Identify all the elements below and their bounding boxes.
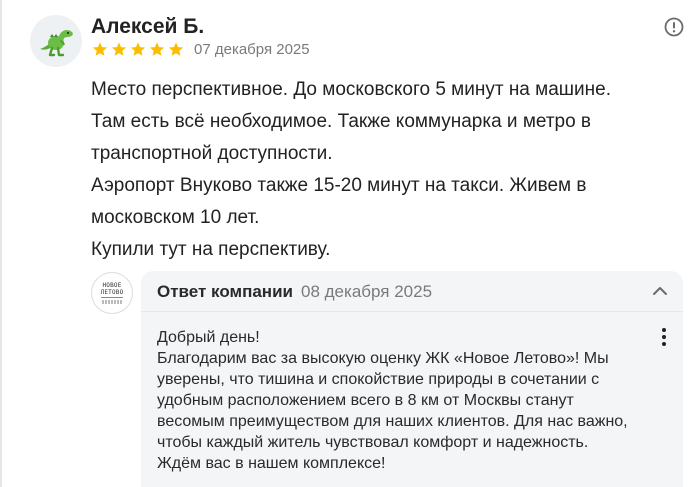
company-reply-text: Добрый день! Благодарим вас за высокую о… (157, 327, 647, 474)
avatar[interactable] (30, 15, 82, 67)
logo-text-line: ЛЕТОВО (100, 289, 124, 296)
star-icon (168, 42, 184, 56)
review-text-line: московском 10 лет. (91, 207, 260, 228)
reply-text-line: удобным расположением всего в 8 км от Мо… (157, 392, 574, 409)
company-logo[interactable]: НОВОЕ ЛЕТОВО (91, 272, 133, 314)
reply-text-line: весомым преимуществом для наших клиентов… (157, 413, 628, 430)
review-text: Место перспективное. До московского 5 ми… (91, 74, 671, 266)
review-text-line: транспортной доступности. (91, 143, 333, 164)
reply-text-line: Благодарим вас за высокую оценку ЖК «Нов… (157, 350, 609, 367)
review-text-line: Там есть всё необходимое. Также коммунар… (91, 111, 592, 132)
review-date: 07 декабря 2025 (194, 41, 310, 58)
info-icon[interactable] (664, 17, 684, 37)
logo-divider (101, 297, 123, 298)
chevron-up-icon[interactable] (651, 284, 669, 298)
review-text-line: Место перспективное. До московского 5 ми… (91, 79, 611, 100)
reply-text-line: чтобы каждый житель чувствовал комфорт и… (157, 434, 589, 451)
author-name[interactable]: Алексей Б. (91, 15, 204, 39)
star-icon (92, 42, 108, 56)
review-text-line: Аэропорт Внуково также 15-20 минут на та… (91, 175, 587, 196)
dinosaur-icon (40, 30, 73, 57)
star-rating (91, 41, 185, 58)
company-reply-card: Ответ компании 08 декабря 2025 Добрый де… (141, 271, 683, 487)
star-icon (130, 42, 146, 56)
company-reply-header[interactable]: Ответ компании 08 декабря 2025 (141, 271, 683, 312)
logo-text-line: НОВОЕ (102, 282, 122, 289)
more-vertical-icon[interactable] (655, 327, 673, 347)
reply-text-line: Добрый день! (157, 329, 260, 346)
star-icon (149, 42, 165, 56)
reply-text-line: Ждём вас в нашем комплексе! (157, 455, 386, 472)
company-reply-title: Ответ компании (157, 282, 293, 301)
star-icon (111, 42, 127, 56)
left-edge-divider (0, 0, 2, 487)
review-text-line: Купили тут на перспективу. (91, 239, 331, 260)
company-reply-date: 08 декабря 2025 (301, 282, 433, 301)
logo-subtitle-mark (102, 300, 122, 304)
reply-text-line: уверены, что тишина и спокойствие природ… (157, 371, 600, 388)
